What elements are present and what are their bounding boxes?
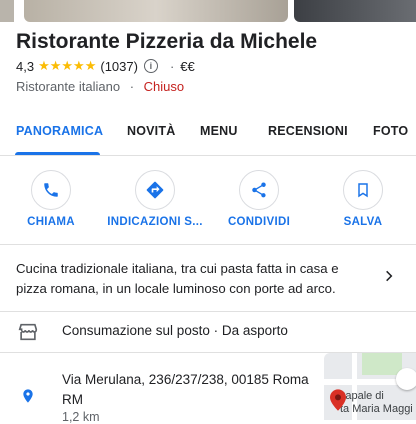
save-label: SALVA (343, 216, 383, 228)
distance-text: 1,2 km (62, 410, 100, 424)
save-button[interactable]: SALVA (313, 170, 413, 228)
rating-row[interactable]: 4,3 ★★★★★ (1037) i · €€ (16, 58, 195, 74)
place-title: Ristorante Pizzeria da Michele (16, 30, 318, 53)
separator-dot: · (169, 58, 175, 74)
price-level: €€ (180, 58, 195, 74)
chevron-right-icon[interactable] (382, 268, 396, 284)
service-options-text: Consumazione sul posto · Da asporto (62, 323, 288, 338)
separator-dot: · (129, 79, 135, 94)
photo-thumbnail[interactable] (294, 0, 416, 22)
service-options-row[interactable]: Consumazione sul posto · Da asporto (0, 312, 416, 352)
map-thumbnail[interactable]: Papale di ta Maria Maggi (324, 353, 416, 420)
map-label: ta Maria Maggi (340, 403, 413, 415)
map-park (362, 353, 402, 375)
bookmark-icon (358, 183, 368, 198)
share-icon (252, 182, 266, 198)
photo-thumbnail[interactable] (24, 0, 288, 22)
description[interactable]: Cucina tradizionale italiana, tra cui pa… (16, 259, 356, 299)
divider (0, 244, 416, 245)
directions-icon (146, 181, 164, 199)
action-buttons: CHIAMA INDICAZIONI S... CONDIVIDI SALVA (0, 170, 416, 234)
directions-button[interactable]: INDICAZIONI S... (105, 170, 205, 228)
tab-news[interactable]: NOVITÀ (127, 124, 175, 138)
reviews-count[interactable]: (1037) (100, 59, 138, 74)
map-location-button[interactable] (396, 368, 416, 390)
share-button-circle[interactable] (239, 170, 279, 210)
map-pin-icon (330, 389, 346, 411)
storefront-icon (18, 323, 38, 341)
photo-strip[interactable] (0, 0, 416, 22)
save-button-circle[interactable] (343, 170, 383, 210)
info-icon[interactable]: i (143, 59, 158, 73)
address-text: Via Merulana, 236/237/238, 00185 Roma RM (62, 372, 309, 407)
location-pin-icon (23, 389, 33, 403)
tab-photos[interactable]: FOTO (373, 124, 408, 138)
directions-button-circle[interactable] (135, 170, 175, 210)
call-label: CHIAMA (27, 216, 75, 228)
tab-overview[interactable]: PANORAMICA (16, 124, 103, 138)
star-rating-icon: ★★★★★ (38, 58, 97, 73)
status-badge: Chiuso (143, 79, 185, 94)
tab-reviews[interactable]: RECENSIONI (268, 124, 348, 138)
tab-menu[interactable]: MENU (200, 124, 238, 138)
category-label: Ristorante italiano (16, 79, 121, 94)
share-button[interactable]: CONDIVIDI (209, 170, 309, 228)
category-row: Ristorante italiano · Chiuso (16, 79, 184, 94)
tab-bar: PANORAMICA NOVITÀ MENU RECENSIONI FOTO (0, 115, 416, 156)
directions-label: INDICAZIONI S... (107, 216, 203, 228)
share-label: CONDIVIDI (227, 216, 291, 228)
phone-icon (44, 183, 58, 197)
call-button-circle[interactable] (31, 170, 71, 210)
call-button[interactable]: CHIAMA (1, 170, 101, 228)
photo-thumbnail[interactable] (0, 0, 14, 22)
rating-value: 4,3 (16, 58, 35, 74)
active-tab-indicator (15, 152, 100, 155)
